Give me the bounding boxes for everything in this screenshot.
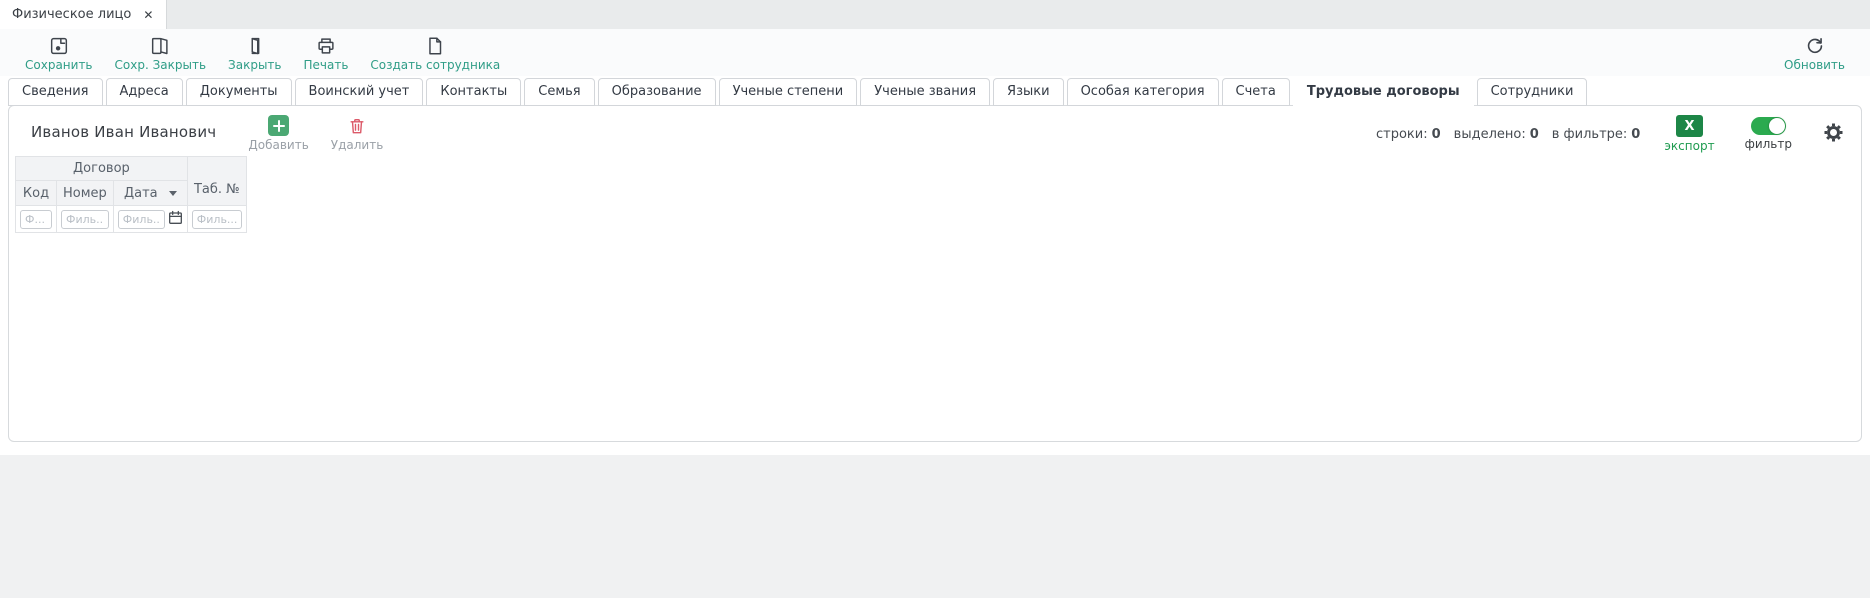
create-employee-button[interactable]: Создать сотрудника — [359, 29, 511, 72]
filter-input-tab-no[interactable] — [191, 209, 242, 229]
settings-button[interactable] — [1822, 121, 1845, 148]
document-tab-label: Физическое лицо — [12, 7, 132, 22]
tab-semya[interactable]: Семья — [524, 78, 595, 106]
document-tab-fizicheskoe-lico[interactable]: Физическое лицо ✕ — [0, 0, 168, 29]
tab-uchenye-stepeni[interactable]: Ученые степени — [718, 78, 858, 106]
stat-in-filter-value: 0 — [1631, 127, 1641, 142]
tab-adresa[interactable]: Адреса — [105, 78, 183, 106]
print-label: Печать — [303, 58, 349, 72]
trudovye-dogovory-panel: Иванов Иван Иванович Добавить Удалить ст… — [8, 105, 1862, 442]
filter-cell-data — [112, 205, 188, 233]
save-label: Сохранить — [25, 58, 93, 72]
window-tab-strip: Физическое лицо ✕ — [0, 0, 1870, 29]
tab-dokumenty[interactable]: Документы — [185, 78, 292, 106]
create-employee-label: Создать сотрудника — [370, 58, 501, 72]
add-label: Добавить — [248, 138, 309, 152]
filter-input-data[interactable] — [117, 209, 165, 229]
column-header-tab-no[interactable]: Таб. № — [186, 156, 247, 206]
stat-rows: строки: 0 — [1376, 127, 1441, 142]
gear-icon — [1824, 123, 1843, 142]
form-tab-bar: Сведения Адреса Документы Воинский учет … — [0, 78, 1870, 106]
column-header-nomer[interactable]: Номер — [56, 180, 114, 206]
delete-label: Удалить — [330, 138, 384, 152]
create-employee-icon — [424, 34, 446, 57]
save-icon — [48, 34, 70, 57]
tab-svedeniya[interactable]: Сведения — [8, 78, 103, 106]
print-icon — [315, 34, 337, 57]
tab-yazyki[interactable]: Языки — [993, 78, 1064, 106]
refresh-label: Обновить — [1784, 58, 1845, 72]
stat-selected-value: 0 — [1529, 127, 1539, 142]
refresh-icon — [1804, 34, 1826, 57]
filter-cell-kod — [15, 205, 57, 233]
stat-in-filter: в фильтре: 0 — [1551, 127, 1641, 142]
tab-scheta[interactable]: Счета — [1221, 78, 1290, 106]
save-close-button[interactable]: Сохр. Закрыть — [104, 29, 218, 72]
save-close-icon — [149, 34, 171, 57]
sort-desc-icon[interactable] — [168, 190, 177, 196]
calendar-icon[interactable] — [168, 210, 183, 229]
tab-sotrudniki[interactable]: Сотрудники — [1476, 78, 1588, 106]
close-icon[interactable]: ✕ — [143, 8, 153, 22]
stat-rows-value: 0 — [1431, 127, 1441, 142]
group-header-dogovor: Договор — [15, 156, 188, 181]
plus-icon — [268, 115, 290, 136]
tab-uchenye-zvaniya[interactable]: Ученые звания — [860, 78, 991, 106]
export-excel-button[interactable]: X экспорт — [1664, 115, 1715, 153]
filter-toggle[interactable]: фильтр — [1745, 115, 1792, 151]
column-header-data[interactable]: Дата — [112, 180, 188, 206]
tab-trudovye-dogovory[interactable]: Трудовые договоры — [1292, 78, 1474, 106]
filter-input-kod[interactable] — [20, 209, 52, 229]
tab-voinskiy-uchet[interactable]: Воинский учет — [294, 78, 424, 106]
add-button[interactable]: Добавить — [248, 115, 309, 152]
excel-icon: X — [1675, 115, 1703, 137]
toolbar: Сохранить Сохр. Закрыть Закрыть Печать С… — [0, 29, 1870, 76]
tab-osobaya-kategoriya[interactable]: Особая категория — [1066, 78, 1219, 106]
filter-label: фильтр — [1744, 137, 1792, 151]
save-close-label: Сохр. Закрыть — [114, 58, 207, 72]
contracts-table: Договор Таб. № Код Номер Дата — [15, 156, 247, 233]
tab-kontakty[interactable]: Контакты — [426, 78, 522, 106]
group-header-row: Договор Таб. № — [15, 156, 247, 206]
grid-stats: строки: 0 выделено: 0 в фильтре: 0 — [1376, 127, 1640, 142]
close-button[interactable]: Закрыть — [217, 29, 292, 72]
tab-obrazovanie[interactable]: Образование — [597, 78, 716, 106]
person-name: Иванов Иван Иванович — [31, 123, 217, 141]
page-background — [0, 455, 1870, 598]
filter-cell-tab-no — [186, 205, 247, 233]
print-button[interactable]: Печать — [292, 29, 359, 72]
close-label: Закрыть — [228, 58, 282, 72]
save-button[interactable]: Сохранить — [14, 29, 104, 72]
toggle-on-icon[interactable] — [1750, 117, 1786, 135]
column-header-kod[interactable]: Код — [15, 180, 57, 206]
filter-cell-nomer — [56, 205, 114, 233]
delete-button[interactable]: Удалить — [330, 115, 384, 152]
filter-input-nomer[interactable] — [61, 209, 109, 229]
close-door-icon — [244, 34, 266, 57]
filter-row — [15, 205, 247, 233]
trash-icon — [347, 115, 367, 136]
export-label: экспорт — [1664, 139, 1715, 153]
refresh-button[interactable]: Обновить — [1773, 29, 1856, 72]
stat-selected: выделено: 0 — [1453, 127, 1539, 142]
